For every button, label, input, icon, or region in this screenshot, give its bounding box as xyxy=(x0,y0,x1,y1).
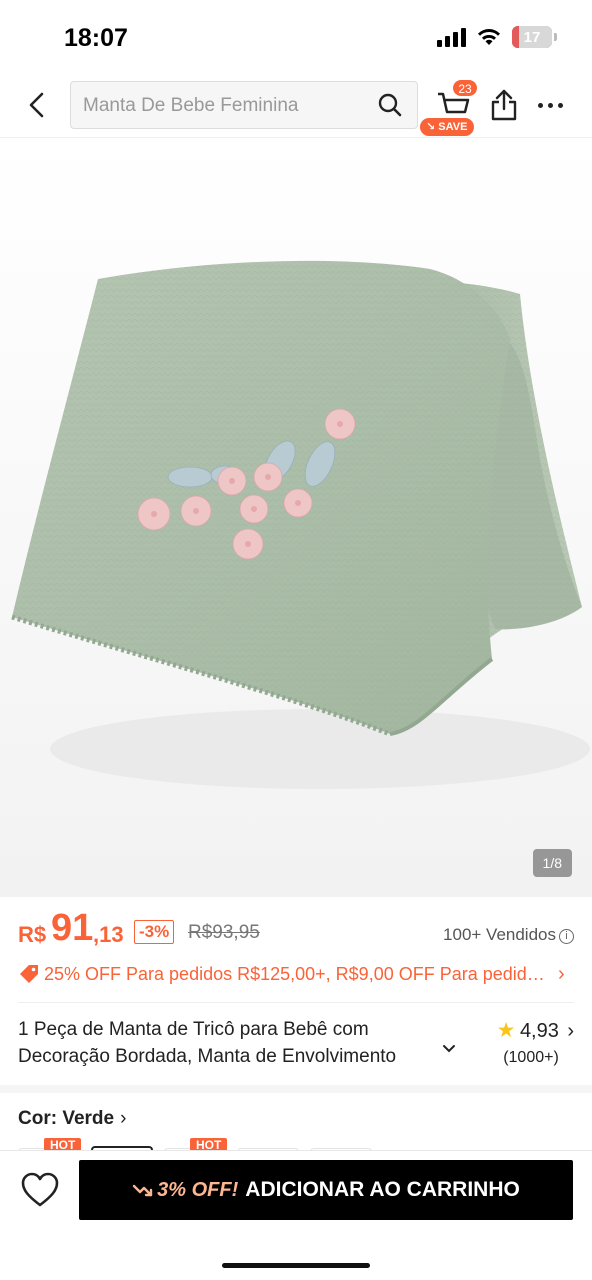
promo-banner[interactable]: 25% OFF Para pedidos R$125,00+, R$9,00 O… xyxy=(18,958,574,990)
price-decimal: ,13 xyxy=(93,922,124,947)
more-icon[interactable] xyxy=(538,98,572,112)
rating-score: 4,93 xyxy=(519,1020,559,1042)
discount-badge: -3% xyxy=(134,920,175,944)
sold-count[interactable]: 100+ Vendidos i xyxy=(443,925,574,945)
cart-discount: 3% OFF! xyxy=(132,1179,238,1202)
rating-summary[interactable]: ★ 4,93 › (1000+) xyxy=(478,1018,574,1067)
image-counter: 1/8 xyxy=(532,849,572,877)
color-selector[interactable]: Cor: Verde › xyxy=(18,1108,126,1130)
battery-icon: 17 xyxy=(512,26,557,48)
back-button[interactable] xyxy=(20,88,54,122)
price-tag-icon xyxy=(20,965,38,983)
review-count: (1000+) xyxy=(503,1049,559,1066)
trend-down-icon: ↘ xyxy=(426,121,439,133)
share-button[interactable] xyxy=(489,88,521,122)
save-label: SAVE xyxy=(438,121,468,133)
add-to-cart-label: ADICIONAR AO CARRINHO xyxy=(245,1178,520,1201)
price-row: R$ 91 ,13 -3% R$93,95 100+ Vendidos i xyxy=(18,905,574,951)
original-price: R$93,95 xyxy=(188,922,260,943)
color-label: Cor: Verde xyxy=(18,1108,115,1129)
status-time: 18:07 xyxy=(64,24,128,52)
product-title[interactable]: 1 Peça de Manta de Tricô para Bebê com D… xyxy=(18,1016,448,1070)
home-indicator[interactable] xyxy=(222,1263,370,1268)
search-input[interactable]: Manta De Bebe Feminina xyxy=(70,81,418,129)
chevron-right-icon: › xyxy=(120,1108,127,1129)
cart-discount-label: 3% OFF! xyxy=(157,1178,239,1201)
save-badge: ↘ SAVE xyxy=(420,118,475,136)
status-icons: 17 xyxy=(437,26,557,48)
chevron-right-icon: › xyxy=(567,1020,574,1042)
sold-count-text: 100+ Vendidos xyxy=(443,925,556,944)
status-bar: 18:07 17 xyxy=(0,0,592,76)
search-icon[interactable] xyxy=(377,92,403,118)
share-icon xyxy=(491,89,517,121)
add-to-cart-button[interactable]: 3% OFF! ADICIONAR AO CARRINHO xyxy=(79,1160,573,1220)
cart-button[interactable]: 23 ↘ SAVE xyxy=(420,79,484,136)
wishlist-button[interactable] xyxy=(20,1171,60,1211)
top-nav: Manta De Bebe Feminina 23 ↘ SAVE xyxy=(0,76,592,138)
search-placeholder: Manta De Bebe Feminina xyxy=(83,95,299,116)
product-title-line1: 1 Peça de Manta de Tricô para Bebê com xyxy=(18,1019,369,1040)
signal-icon xyxy=(437,27,466,47)
heart-icon xyxy=(21,1172,59,1207)
product-image-gallery[interactable]: 1/8 xyxy=(0,139,592,897)
wifi-icon xyxy=(478,29,500,45)
trend-down-icon xyxy=(132,1184,153,1197)
back-arrow-icon xyxy=(29,92,44,118)
price-integer: 91 xyxy=(51,907,94,949)
chevron-right-icon: › xyxy=(558,962,565,985)
price-currency: R$ xyxy=(18,922,47,947)
product-title-line2: Decoração Bordada, Manta de Envolvimento xyxy=(18,1046,397,1067)
product-photo-icon xyxy=(0,139,592,897)
info-icon[interactable]: i xyxy=(559,929,574,944)
battery-level: 17 xyxy=(523,28,541,46)
section-divider xyxy=(0,1085,592,1093)
divider xyxy=(18,1002,574,1003)
bottom-action-bar: 3% OFF! ADICIONAR AO CARRINHO xyxy=(0,1150,592,1280)
cart-count-badge: 23 xyxy=(452,79,478,97)
star-icon: ★ xyxy=(496,1019,516,1042)
chevron-down-icon[interactable] xyxy=(442,1044,456,1054)
promo-text: 25% OFF Para pedidos R$125,00+, R$9,00 O… xyxy=(44,963,552,984)
product-title-row[interactable]: 1 Peça de Manta de Tricô para Bebê com D… xyxy=(18,1016,574,1074)
